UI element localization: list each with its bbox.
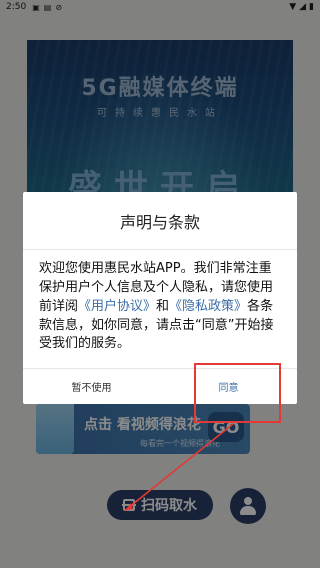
user-agreement-link[interactable]: 《用户协议》	[78, 299, 156, 314]
dialog-body: 欢迎您使用惠民水站APP。我们非常注重保护用户个人信息及个人隐私，请您使用前详阅…	[23, 250, 297, 354]
dialog-title: 声明与条款	[23, 192, 297, 250]
annotation-highlight-box	[194, 363, 281, 423]
decline-button[interactable]: 暂不使用	[23, 369, 160, 404]
dialog-body-and: 和	[156, 298, 170, 314]
privacy-policy-link[interactable]: 《隐私政策》	[169, 299, 247, 314]
